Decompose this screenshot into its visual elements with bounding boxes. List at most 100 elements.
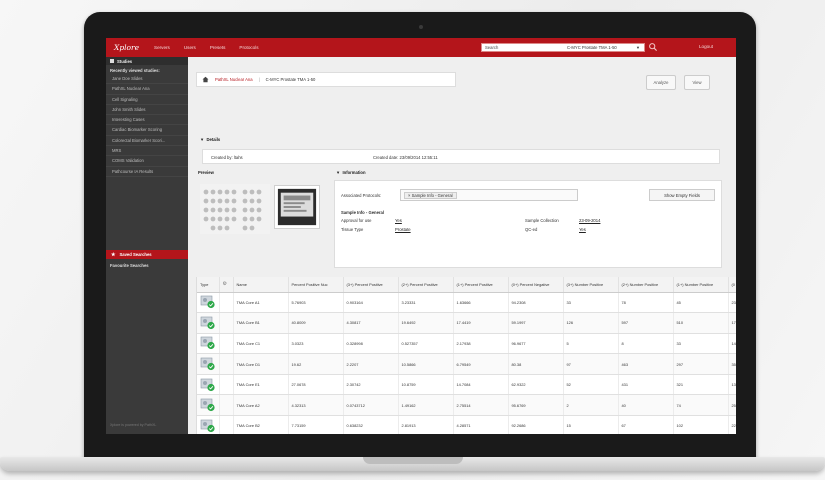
- value-cell: 25: [728, 394, 736, 417]
- slide-label-graphic: [277, 188, 317, 226]
- table-row[interactable]: TMA Core E1 27.0678 2.30742 10.8759 14.7084 6…: [197, 374, 736, 396]
- preview-title: Preview: [198, 170, 214, 175]
- col-2plus-percent-positive[interactable]: (2+) Percent Positive: [398, 277, 454, 293]
- sidebar-item-john-smith[interactable]: John Smith Slides: [106, 105, 188, 116]
- core-name-cell[interactable]: TMA Core C1: [233, 333, 289, 355]
- value-cell: 14.7084: [453, 374, 509, 396]
- saved-searches-label: Saved Searches: [119, 252, 152, 257]
- sidebar-item-pathcourse[interactable]: Pathcourse IA Results: [106, 167, 188, 177]
- col-name[interactable]: Name: [233, 277, 289, 293]
- details-section-header[interactable]: ▼ Details: [200, 137, 220, 142]
- breadcrumb: PathXL Nuclear Ana | C-MYC Prostate TMA …: [196, 72, 456, 87]
- table-row[interactable]: TMA Core C1 3.0323 0.328998 0.527357 2.17938…: [197, 333, 736, 355]
- core-check-icon: [200, 316, 215, 329]
- view-button[interactable]: View: [684, 75, 710, 90]
- table-row[interactable]: TMA Core D1 19.62 2.2207 10.5866 6.79549 80.3…: [197, 353, 736, 375]
- breadcrumb-parent[interactable]: PathXL Nuclear Ana: [215, 77, 253, 82]
- value-cell: 40: [618, 394, 674, 417]
- search-value: C-MYC Prostate TMA 1-50: [567, 45, 617, 50]
- core-type-cell[interactable]: [197, 415, 220, 434]
- value-cell: 4.30817: [343, 312, 399, 334]
- table-row[interactable]: TMA Core B2 7.73159 0.638232 2.81913 4.28571…: [197, 415, 736, 434]
- approval-value[interactable]: Yes: [395, 218, 402, 223]
- sidebar-item-mrs[interactable]: MRS: [106, 146, 188, 157]
- table-header-row: Type ⚙ Name Percent Positive Nuc (3+) Pe…: [197, 277, 736, 293]
- show-empty-fields-button[interactable]: Show Empty Fields: [649, 189, 715, 201]
- core-name-cell[interactable]: TMA Core D1: [233, 353, 289, 375]
- table-row[interactable]: TMA Core B1 40.8009 4.30817 19.6492 17.4419 5…: [197, 312, 736, 334]
- value-cell: 2.75514: [453, 394, 509, 417]
- app-topbar: Xplore Servers Users Presets Protocols S…: [106, 38, 736, 57]
- core-type-cell[interactable]: [197, 333, 220, 355]
- value-cell: 3.0323: [288, 333, 344, 355]
- col-percent-positive-nuc[interactable]: Percent Positive Nuc: [288, 277, 344, 293]
- tma-preview-thumbnail[interactable]: [200, 184, 270, 234]
- value-cell: 0.527357: [398, 333, 454, 355]
- associated-protocols-field[interactable]: × Sample Info - General: [400, 189, 578, 201]
- breadcrumb-current: C-MYC Prostate TMA 1-50: [265, 77, 316, 82]
- sidebar-item-cardiac[interactable]: Cardiac Biomarker Scoring: [106, 125, 188, 136]
- col-3plus-percent-positive[interactable]: (3+) Percent Positive: [343, 277, 399, 293]
- approval-label: Approval for use: [341, 218, 372, 223]
- analyze-button[interactable]: Analyze: [646, 75, 676, 90]
- col-0plus-number[interactable]: (0: [728, 277, 736, 293]
- home-icon[interactable]: [202, 76, 209, 83]
- brand-logo[interactable]: Xplore: [114, 43, 140, 52]
- core-name-cell[interactable]: TMA Core A2: [233, 394, 289, 417]
- sidebar-item-colorectal[interactable]: Colorectal Biomarker Scori...: [106, 136, 188, 147]
- col-0plus-percent-negative[interactable]: (0+) Percent Negative: [508, 277, 564, 293]
- value-cell: 14: [728, 333, 736, 355]
- tissue-type-value[interactable]: Prostate: [395, 227, 411, 232]
- nav-presets[interactable]: Presets: [210, 45, 226, 50]
- chevron-down-icon[interactable]: ▼: [636, 45, 640, 50]
- core-type-cell[interactable]: [197, 374, 220, 396]
- core-type-cell[interactable]: [197, 292, 220, 314]
- table-row[interactable]: TMA Core A2 4.32313 0.0743712 1.49162 2.7551…: [197, 394, 736, 417]
- sidebar-studies-header[interactable]: Studies: [106, 57, 188, 65]
- sidebar-footer: Xplore is powered by PathXL: [110, 423, 157, 427]
- core-name-cell[interactable]: TMA Core B1: [233, 312, 289, 334]
- value-cell: 0.0743712: [343, 394, 399, 417]
- protocol-tag[interactable]: × Sample Info - General: [404, 191, 457, 199]
- core-name-cell[interactable]: TMA Core B2: [233, 415, 289, 434]
- associated-protocols-label: Associated Protocols:: [341, 193, 382, 198]
- core-name-cell[interactable]: TMA Core E1: [233, 374, 289, 396]
- qc-label: QC-ed: [525, 227, 538, 232]
- value-cell: 3.23331: [398, 292, 454, 314]
- sidebar-item-interesting-cases[interactable]: Interesting Cases: [106, 115, 188, 126]
- nav-users[interactable]: Users: [184, 45, 196, 50]
- information-section-header[interactable]: ▼ Information: [336, 170, 366, 175]
- sidebar-item-pathxl-nuclear[interactable]: PathXL Nuclear Ana: [106, 84, 188, 95]
- value-cell: 67: [618, 415, 674, 434]
- slide-label-image[interactable]: [274, 185, 320, 229]
- sidebar-item-coms[interactable]: COMS Validation: [106, 156, 188, 167]
- favourite-searches-item[interactable]: Favourite Searches: [110, 263, 149, 268]
- sidebar-item-jane-doe[interactable]: Jane Doe Slides: [106, 74, 188, 85]
- value-cell: 126: [563, 312, 619, 334]
- gear-icon[interactable]: ⚙: [219, 277, 234, 293]
- sample-collection-value[interactable]: 23-09-2014: [579, 218, 600, 223]
- core-type-cell[interactable]: [197, 394, 220, 417]
- table-row[interactable]: TMA Core A1 5.76903 0.903164 3.23331 1.63666…: [197, 292, 736, 314]
- value-cell: 463: [618, 353, 674, 375]
- col-2plus-number-positive[interactable]: (2+) Number Positive: [618, 277, 674, 293]
- core-type-cell[interactable]: [197, 312, 220, 334]
- col-1plus-number-positive[interactable]: (1+) Number Positive: [673, 277, 729, 293]
- nav-protocols[interactable]: Protocols: [239, 45, 258, 50]
- logout-link[interactable]: Logout: [699, 44, 713, 49]
- col-3plus-number-positive[interactable]: (3+) Number Positive: [563, 277, 619, 293]
- search-icon[interactable]: [648, 42, 658, 52]
- col-1plus-percent-positive[interactable]: (1+) Percent Positive: [453, 277, 509, 293]
- value-cell: 321: [673, 374, 729, 396]
- search-input[interactable]: Search C-MYC Prostate TMA 1-50 ▼: [481, 43, 645, 52]
- value-cell: 62.9322: [508, 374, 564, 396]
- value-cell: 52: [563, 374, 619, 396]
- core-name-cell[interactable]: TMA Core A1: [233, 292, 289, 314]
- col-type[interactable]: Type: [197, 277, 220, 293]
- core-type-cell[interactable]: [197, 353, 220, 375]
- sidebar-item-cell-signaling[interactable]: Cell Signaling: [106, 95, 188, 105]
- qc-value[interactable]: Yes: [579, 227, 586, 232]
- saved-searches-item[interactable]: ★ Saved Searches: [106, 250, 188, 259]
- cores-table-container[interactable]: Type ⚙ Name Percent Positive Nuc (3+) Pe…: [196, 277, 736, 434]
- nav-servers[interactable]: Servers: [154, 45, 170, 50]
